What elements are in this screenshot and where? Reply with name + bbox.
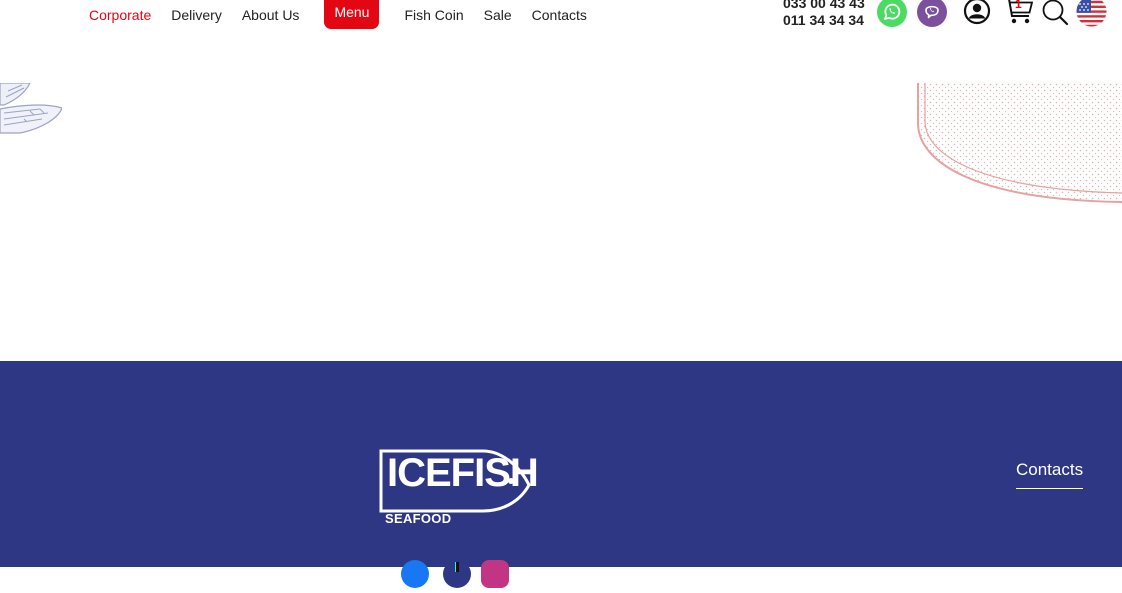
icefish-logo[interactable]: ICEFISH SEAFOOD — [379, 445, 539, 529]
nav-item-contacts[interactable]: Contacts — [532, 5, 587, 25]
nav-item-sale[interactable]: Sale — [484, 5, 512, 25]
facebook-icon[interactable] — [401, 560, 429, 588]
nav-item-menu[interactable]: Menu — [324, 0, 380, 29]
viber-icon[interactable] — [917, 0, 947, 27]
nav-item-about-us[interactable]: About Us — [242, 5, 300, 25]
tiktok-icon[interactable] — [443, 560, 471, 588]
nav-item-delivery[interactable]: Delivery — [171, 5, 222, 25]
phone-number-2[interactable]: 011 34 34 34 — [783, 12, 873, 29]
nav-item-fish-coin[interactable]: Fish Coin — [404, 5, 463, 25]
site-header: Corporate Delivery About Us Menu Fish Co… — [0, 0, 1122, 40]
logo-sub-text: SEAFOOD — [385, 511, 452, 526]
search-icon[interactable] — [1041, 0, 1069, 26]
cart-count-badge: 1 — [1015, 0, 1022, 11]
logo-main-text: ICEFISH — [387, 451, 539, 495]
site-footer: ICEFISH SEAFOOD Contacts — [0, 361, 1122, 588]
fish-illustration-left — [0, 82, 63, 138]
plate-illustration-right — [917, 83, 1122, 203]
user-account-icon[interactable] — [963, 0, 991, 25]
nav-item-corporate[interactable]: Corporate — [89, 5, 151, 25]
whatsapp-icon[interactable] — [877, 0, 907, 27]
phone-numbers: 033 00 43 43 011 34 34 34 — [783, 0, 873, 29]
instagram-icon[interactable] — [481, 560, 509, 588]
main-nav: Corporate Delivery About Us Menu Fish Co… — [89, 0, 587, 30]
cart-icon[interactable]: 1 — [1003, 0, 1035, 26]
footer-contacts-link[interactable]: Contacts — [1016, 460, 1084, 489]
phone-number-1[interactable]: 033 00 43 43 — [783, 0, 873, 12]
us-flag-language-icon[interactable] — [1076, 0, 1107, 27]
